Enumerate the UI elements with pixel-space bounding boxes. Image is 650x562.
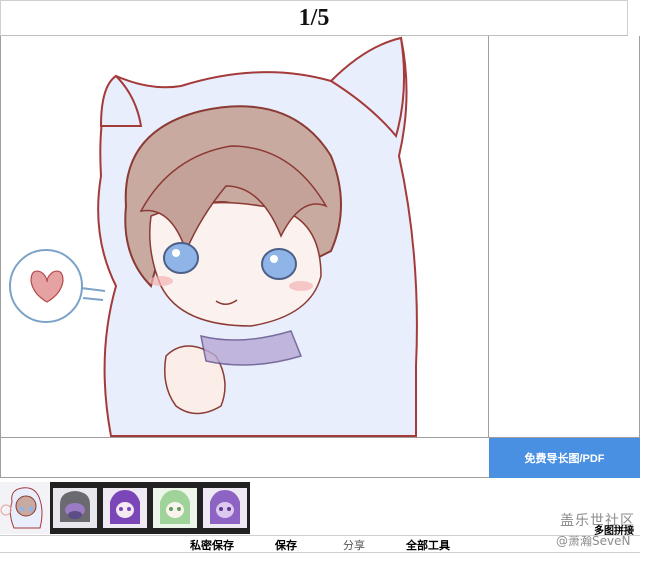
thumbnail-3[interactable] (100, 482, 150, 534)
share-button[interactable]: 分享 (343, 537, 365, 553)
caption-row (0, 438, 489, 478)
bottom-toolbar: 私密保存 保存 分享 全部工具 (0, 535, 640, 553)
thumbnail-2[interactable] (50, 482, 100, 534)
save-button[interactable]: 保存 (275, 537, 297, 553)
image-viewer[interactable] (0, 36, 489, 438)
side-panel (489, 36, 640, 438)
thumbnail-strip (0, 482, 250, 534)
thumbnail-4[interactable] (150, 482, 200, 534)
private-save-button[interactable]: 私密保存 (190, 537, 234, 553)
thumbnail-1[interactable] (0, 482, 50, 534)
all-tools-button[interactable]: 全部工具 (406, 537, 450, 553)
viewer-header: 1/5 (0, 0, 628, 36)
illustration-image (1, 36, 488, 437)
thumbnail-5[interactable] (200, 482, 250, 534)
export-long-image-pdf-button[interactable]: 免费导长图/PDF (489, 438, 640, 478)
page-counter: 1/5 (298, 4, 330, 31)
